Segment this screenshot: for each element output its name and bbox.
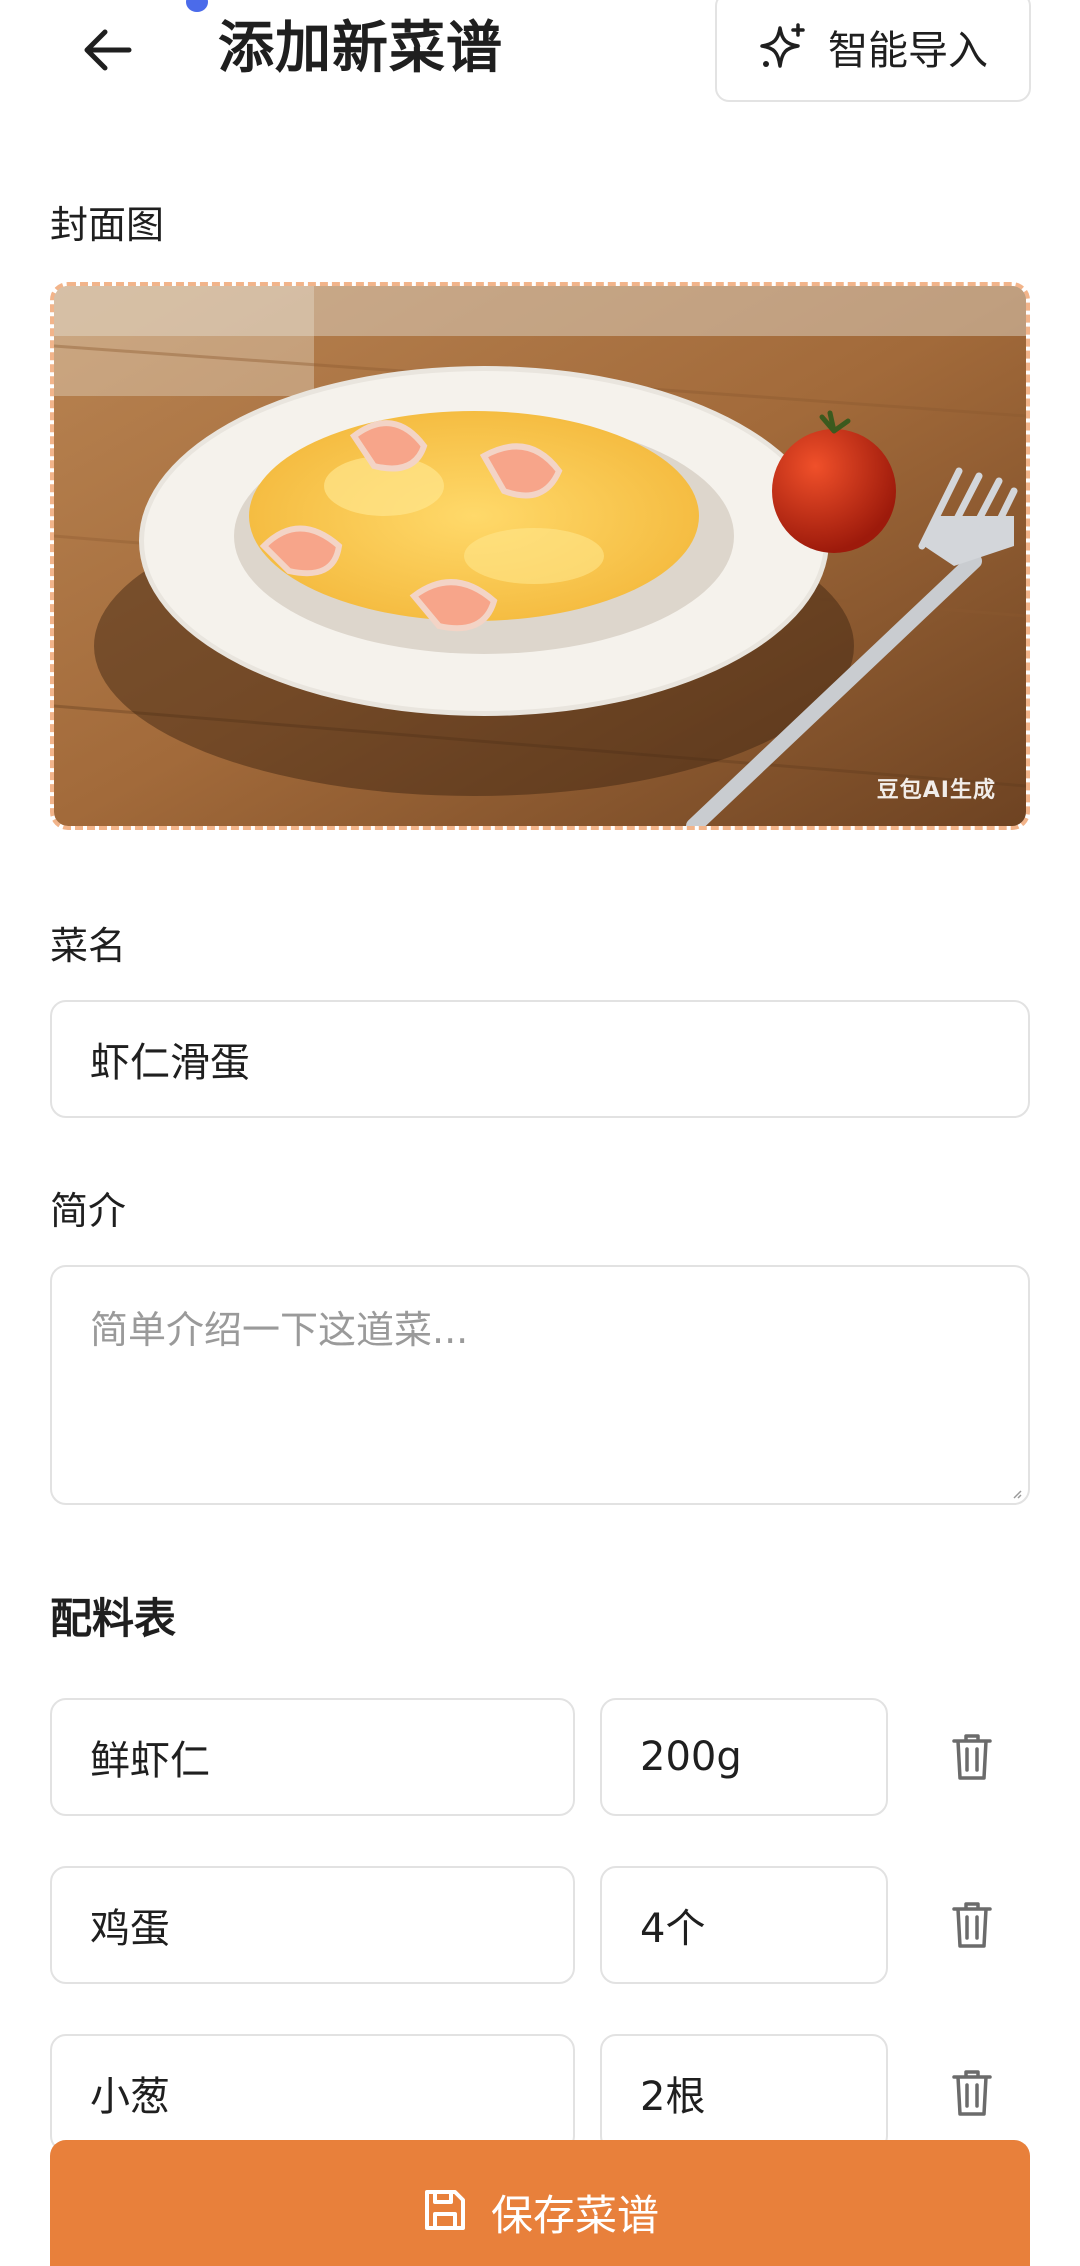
dish-name-value: 虾仁滑蛋 — [90, 1040, 250, 1086]
ingredient-amount-value: 2根 — [640, 2074, 706, 2120]
save-recipe-button[interactable]: 保存菜谱 — [50, 2140, 1030, 2266]
ingredient-name-input[interactable]: 鸡蛋 — [50, 1866, 575, 1984]
ingredient-name-value: 鸡蛋 — [90, 1906, 170, 1952]
ai-watermark: 豆包AI生成 — [876, 778, 996, 803]
trash-icon — [952, 1902, 992, 1948]
description-textarea[interactable]: 简单介绍一下这道菜... — [50, 1265, 1030, 1505]
save-disk-icon — [421, 2186, 469, 2234]
dish-name-label: 菜名 — [50, 924, 127, 968]
ingredient-name-value: 小葱 — [90, 2074, 170, 2120]
ingredient-name-value: 鲜虾仁 — [90, 1738, 210, 1784]
smart-import-label: 智能导入 — [828, 28, 988, 74]
save-recipe-label: 保存菜谱 — [490, 2191, 659, 2240]
delete-ingredient-button[interactable] — [942, 1895, 1002, 1955]
description-label: 简介 — [50, 1189, 127, 1233]
add-recipe-page: 85 添加新菜谱 智能导入 封面图 — [0, 0, 1080, 2266]
notification-dot — [186, 0, 208, 12]
cover-label: 封面图 — [50, 203, 165, 247]
dish-name-input[interactable]: 虾仁滑蛋 — [50, 1000, 1030, 1118]
ingredient-name-input[interactable]: 小葱 — [50, 2034, 575, 2152]
ingredients-label: 配料表 — [50, 1594, 177, 1643]
ingredient-amount-value: 4个 — [640, 1906, 706, 1952]
sparkle-icon — [758, 22, 808, 72]
ingredient-amount-input[interactable]: 2根 — [600, 2034, 888, 2152]
delete-ingredient-button[interactable] — [942, 2063, 1002, 2123]
delete-ingredient-button[interactable] — [942, 1727, 1002, 1787]
trash-icon — [952, 2070, 992, 2116]
arrow-left-icon — [84, 29, 132, 71]
back-button[interactable] — [78, 20, 138, 80]
trash-icon — [952, 1734, 992, 1780]
cover-image — [54, 286, 1026, 826]
cover-image-upload[interactable]: 豆包AI生成 — [50, 282, 1030, 830]
ingredient-amount-input[interactable]: 200g — [600, 1698, 888, 1816]
ingredient-name-input[interactable]: 鲜虾仁 — [50, 1698, 575, 1816]
ingredient-amount-input[interactable]: 4个 — [600, 1866, 888, 1984]
smart-import-button[interactable]: 智能导入 — [715, 0, 1031, 102]
page-title: 添加新菜谱 — [218, 16, 503, 81]
description-placeholder: 简单介绍一下这道菜... — [90, 1308, 469, 1352]
resize-grip-icon[interactable] — [1012, 1489, 1022, 1499]
ingredient-amount-value: 200g — [640, 1734, 742, 1780]
header: 85 添加新菜谱 智能导入 — [0, 0, 1080, 110]
